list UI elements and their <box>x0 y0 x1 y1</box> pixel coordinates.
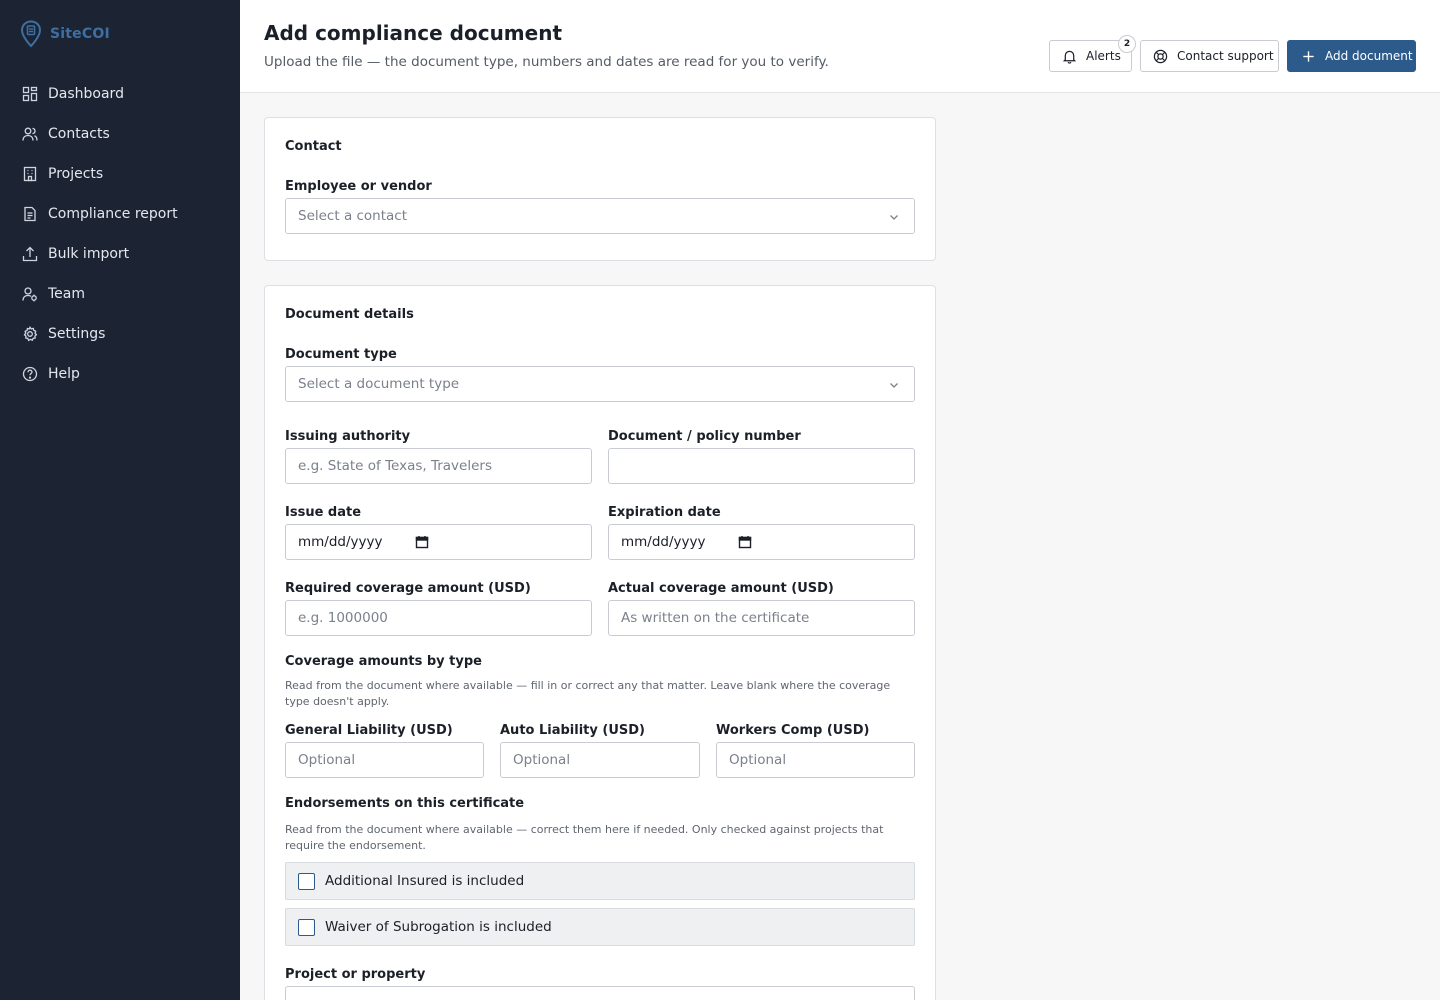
expiration-date-input[interactable]: mm/dd/yyyy <box>608 524 915 560</box>
workers-comp-input[interactable]: Optional <box>716 742 915 778</box>
sidebar-nav: Dashboard Contacts Projects Compliance r… <box>0 74 240 394</box>
workers-comp-label: Workers Comp (USD) <box>716 723 870 738</box>
sidebar-item-label: Team <box>48 286 86 302</box>
issue-date-label: Issue date <box>285 505 362 520</box>
lifebuoy-icon <box>1153 49 1168 63</box>
sidebar-item-label: Dashboard <box>48 86 124 102</box>
project-property-select[interactable] <box>285 986 915 1000</box>
add-document-label: Add document <box>1325 49 1413 63</box>
endorsements-title: Endorsements on this certificate <box>285 796 525 811</box>
sidebar-item-dashboard[interactable]: Dashboard <box>0 74 240 114</box>
coverage-by-type-help: Read from the document where available —… <box>285 679 891 708</box>
issue-date-input[interactable]: mm/dd/yyyy <box>285 524 592 560</box>
bell-icon <box>1062 50 1077 64</box>
required-coverage-input[interactable]: e.g. 1000000 <box>285 600 592 636</box>
chevron-down-icon <box>890 215 898 220</box>
policy-number-label: Document / policy number <box>608 429 801 444</box>
document-type-placeholder: Select a document type <box>298 376 460 392</box>
sidebar-item-label: Contacts <box>48 126 110 142</box>
auto-liability-input[interactable]: Optional <box>500 742 700 778</box>
plus-icon <box>1303 50 1314 62</box>
general-liability-input[interactable]: Optional <box>285 742 484 778</box>
calendar-icon[interactable] <box>738 535 752 549</box>
coverage-by-type-title: Coverage amounts by type <box>285 654 482 669</box>
contacts-icon <box>22 127 38 141</box>
actual-coverage-label: Actual coverage amount (USD) <box>608 581 834 596</box>
general-liability-placeholder: Optional <box>298 752 356 768</box>
endorsements-help: Read from the document where available —… <box>285 823 884 852</box>
sidebar-item-label: Compliance report <box>48 206 178 222</box>
required-coverage-placeholder: e.g. 1000000 <box>298 610 388 626</box>
issuing-authority-input[interactable]: e.g. State of Texas, Travelers <box>285 448 592 484</box>
document-details-title: Document details <box>285 307 414 322</box>
contact-select[interactable]: Select a contact <box>285 198 915 234</box>
dashboard-grid-icon <box>22 86 38 102</box>
additional-insured-checkbox[interactable] <box>298 872 315 890</box>
sidebar-item-label: Settings <box>48 326 106 342</box>
sidebar-item-settings[interactable]: Settings <box>0 314 240 354</box>
sidebar-item-team[interactable]: Team <box>0 274 240 314</box>
calendar-icon[interactable] <box>415 535 429 549</box>
additional-insured-label: Additional Insured is included <box>325 873 525 889</box>
document-report-icon <box>24 206 36 222</box>
brand-name: SiteCOI <box>50 26 110 42</box>
gear-icon <box>23 326 38 342</box>
contact-support-button[interactable]: Contact support <box>1140 40 1279 72</box>
waiver-subrogation-checkbox-row[interactable]: Waiver of Subrogation is included <box>285 908 915 946</box>
contact-card: Contact Employee or vendor Select a cont… <box>264 117 936 261</box>
expiration-date-label: Expiration date <box>608 505 721 520</box>
sidebar: SiteCOI Dashboard Contacts Projects Comp… <box>0 0 240 1000</box>
waiver-subrogation-checkbox[interactable] <box>298 918 315 936</box>
contact-field-label: Employee or vendor <box>285 179 432 194</box>
alerts-count-badge: 2 <box>1118 35 1136 53</box>
workers-comp-placeholder: Optional <box>729 752 787 768</box>
auto-liability-label: Auto Liability (USD) <box>500 723 645 738</box>
required-coverage-label: Required coverage amount (USD) <box>285 581 531 596</box>
issuing-authority-placeholder: e.g. State of Texas, Travelers <box>298 458 492 474</box>
project-property-label: Project or property <box>285 967 426 982</box>
alerts-label: Alerts <box>1086 49 1121 63</box>
issuing-authority-label: Issuing authority <box>285 429 411 444</box>
sidebar-item-compliance-report[interactable]: Compliance report <box>0 194 240 234</box>
sidebar-item-help[interactable]: Help <box>0 354 240 394</box>
contact-card-title: Contact <box>285 139 342 154</box>
sidebar-item-label: Bulk import <box>48 246 130 262</box>
policy-number-input[interactable] <box>608 448 915 484</box>
building-icon <box>23 166 37 182</box>
contact-select-placeholder: Select a contact <box>298 208 408 224</box>
sidebar-item-contacts[interactable]: Contacts <box>0 114 240 154</box>
page-title: Add compliance document <box>264 21 563 45</box>
brand[interactable]: SiteCOI <box>20 20 110 48</box>
actual-coverage-placeholder: As written on the certificate <box>621 610 810 626</box>
expiration-date-value: mm/dd/yyyy <box>621 534 706 550</box>
waiver-subrogation-label: Waiver of Subrogation is included <box>325 919 552 935</box>
team-icon <box>22 287 37 302</box>
document-details-card: Document details Document type Select a … <box>264 285 936 1000</box>
page-header: Add compliance document Upload the file … <box>240 0 1440 93</box>
document-type-label: Document type <box>285 347 397 362</box>
upload-icon <box>22 246 38 262</box>
auto-liability-placeholder: Optional <box>513 752 571 768</box>
contact-support-label: Contact support <box>1177 49 1274 63</box>
general-liability-label: General Liability (USD) <box>285 723 453 738</box>
document-type-select[interactable]: Select a document type <box>285 366 915 402</box>
sidebar-item-projects[interactable]: Projects <box>0 154 240 194</box>
add-document-button[interactable]: Add document <box>1287 40 1416 72</box>
sidebar-item-bulk-import[interactable]: Bulk import <box>0 234 240 274</box>
chevron-down-icon <box>890 383 898 388</box>
page-subtitle: Upload the file — the document type, num… <box>264 54 829 70</box>
sidebar-item-label: Help <box>48 366 80 382</box>
shield-logo-icon <box>20 20 42 48</box>
actual-coverage-input[interactable]: As written on the certificate <box>608 600 915 636</box>
help-circle-icon <box>22 366 38 382</box>
sidebar-item-label: Projects <box>48 166 104 182</box>
issue-date-value: mm/dd/yyyy <box>298 534 383 550</box>
additional-insured-checkbox-row[interactable]: Additional Insured is included <box>285 862 915 900</box>
